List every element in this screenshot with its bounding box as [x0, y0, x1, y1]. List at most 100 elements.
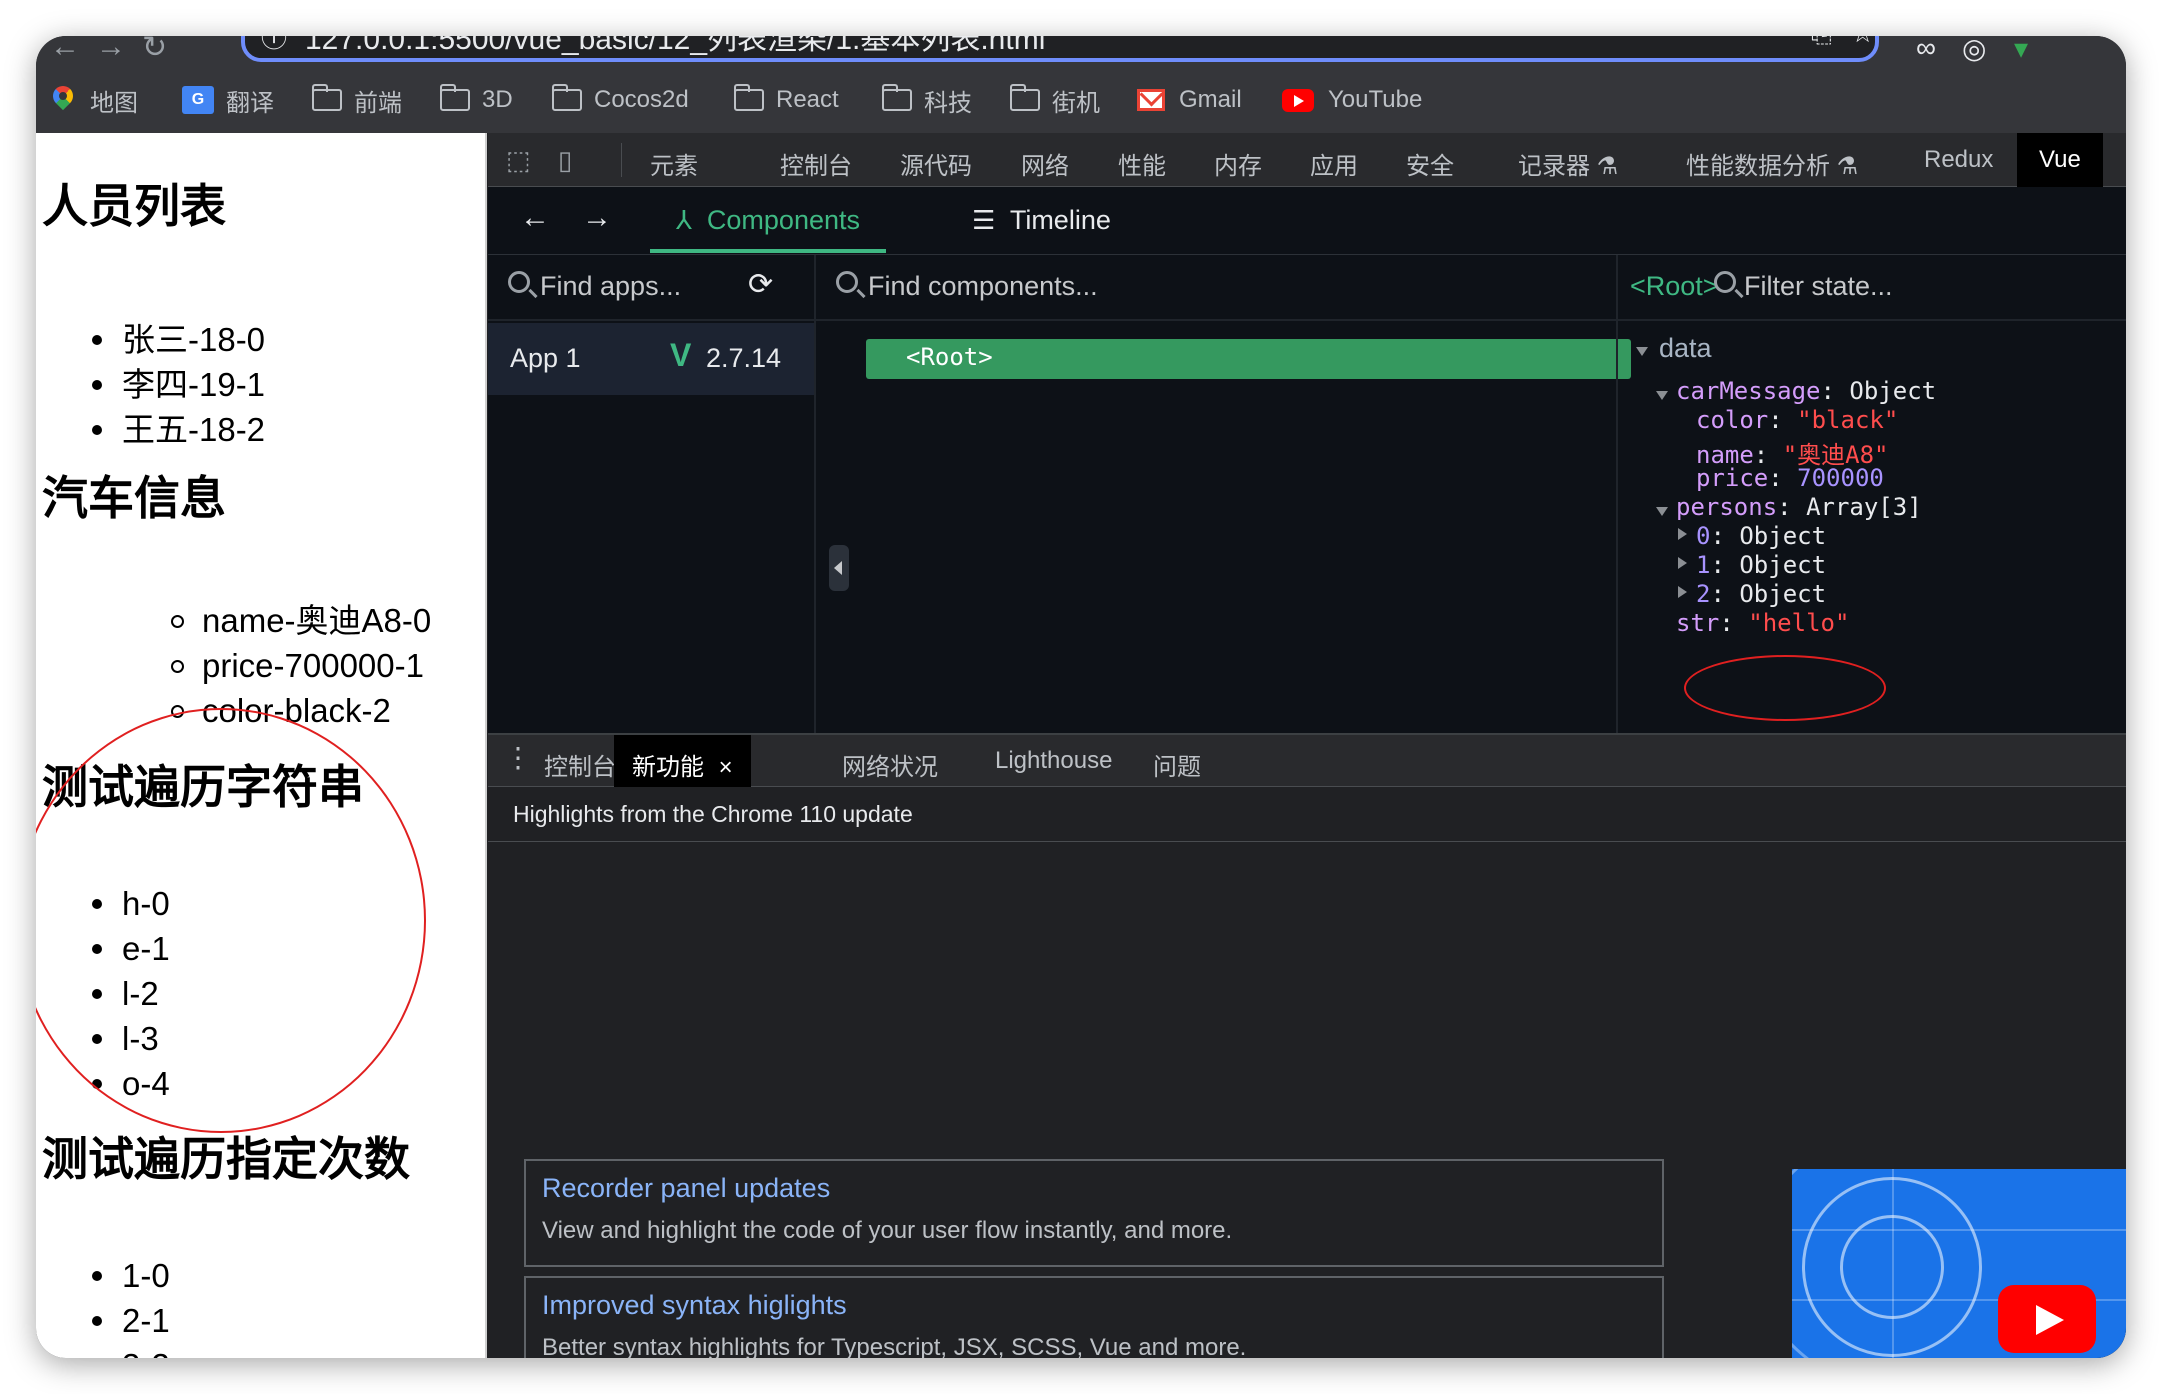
- annotation-circle: [1684, 655, 1886, 721]
- state-row-person-2[interactable]: 2: Object: [1696, 580, 1826, 608]
- timeline-icon: ☰: [972, 205, 996, 235]
- tab-console[interactable]: 控制台: [780, 146, 852, 181]
- inspect-element-icon[interactable]: ⬚: [506, 145, 536, 175]
- drawer-tab-lighthouse[interactable]: Lighthouse: [995, 747, 1112, 775]
- filter-state-search[interactable]: <Root> Filter state...: [1618, 255, 2126, 321]
- state-row-str[interactable]: str: "hello": [1676, 609, 1849, 637]
- flask-icon: ⚗: [1596, 153, 1619, 180]
- whats-new-card[interactable]: Improved syntax higlights Better syntax …: [524, 1276, 1664, 1358]
- drawer-tab-whats-new[interactable]: 新功能 ×: [614, 735, 751, 787]
- card-title[interactable]: Recorder panel updates: [542, 1173, 830, 1204]
- tab-memory[interactable]: 内存: [1214, 146, 1262, 181]
- string-list: h-0 e-1 l-2 l-3 o-4: [92, 881, 170, 1106]
- tab-vue[interactable]: Vue: [2017, 133, 2103, 187]
- vue-components-view: Find apps... ⟳ App 1 V 2.7.14 Find compo…: [488, 255, 2126, 733]
- tab-sources[interactable]: 源代码: [900, 146, 972, 181]
- list-item: name-奥迪A8-0: [170, 598, 431, 643]
- devtools-tab-bar: ⬚ ▯ 元素 控制台 源代码 网络 性能 内存 应用 安全 记录器 ⚗ 性能数据…: [488, 133, 2126, 187]
- tab-recorder[interactable]: 记录器 ⚗: [1518, 146, 1618, 181]
- search-icon: [836, 271, 858, 293]
- bookmark-react[interactable]: React: [734, 84, 839, 116]
- section-title-count: 测试遍历指定次数: [42, 1133, 410, 1185]
- tab-components[interactable]: ⅄ Components: [650, 187, 886, 253]
- forward-icon[interactable]: →: [96, 36, 126, 64]
- list-item: 1-0: [92, 1253, 170, 1298]
- bookmark-arcade[interactable]: 街机: [1010, 84, 1100, 117]
- refresh-icon[interactable]: ⟳: [748, 267, 773, 302]
- state-row-price[interactable]: price: 700000: [1696, 464, 1884, 492]
- state-section-title: data: [1659, 333, 1712, 363]
- find-components-input[interactable]: Find components...: [868, 271, 1098, 302]
- close-icon[interactable]: ×: [719, 754, 733, 781]
- back-icon[interactable]: ←: [50, 36, 80, 64]
- bookmark-star-icon[interactable]: ☆: [1851, 36, 1874, 49]
- tab-network[interactable]: 网络: [1021, 146, 1069, 181]
- state-row-person-1[interactable]: 1: Object: [1696, 551, 1826, 579]
- drawer-menu-icon[interactable]: ⋮: [504, 741, 532, 774]
- collapse-triangle-icon[interactable]: [1636, 347, 1648, 356]
- app-list-item[interactable]: App 1 V 2.7.14: [488, 323, 814, 395]
- folder-icon: [1010, 84, 1040, 111]
- collapse-pane-icon[interactable]: [829, 545, 849, 591]
- whats-new-video-thumbnail[interactable]: [1792, 1169, 2126, 1358]
- expand-triangle-icon[interactable]: [1678, 586, 1687, 598]
- drawer-tab-issues[interactable]: 问题: [1153, 747, 1201, 782]
- bookmark-translate[interactable]: G 翻译: [182, 84, 274, 117]
- find-apps-search[interactable]: Find apps... ⟳: [488, 255, 814, 321]
- tab-timeline[interactable]: ☰ Timeline: [972, 205, 1111, 236]
- reload-icon[interactable]: ↻: [142, 36, 167, 65]
- root-breadcrumb[interactable]: <Root>: [1630, 271, 1719, 302]
- filter-state-input[interactable]: Filter state...: [1744, 271, 1893, 302]
- tab-security[interactable]: 安全: [1406, 146, 1454, 181]
- expand-triangle-icon[interactable]: [1678, 557, 1687, 569]
- tab-redux[interactable]: Redux: [1924, 146, 1993, 174]
- card-title[interactable]: Improved syntax higlights: [542, 1290, 847, 1321]
- share-icon[interactable]: ⎘: [1811, 36, 1832, 50]
- bookmark-maps[interactable]: 地图: [52, 84, 138, 117]
- tab-elements[interactable]: 元素: [650, 146, 698, 181]
- device-toolbar-icon[interactable]: ▯: [558, 145, 588, 175]
- bookmark-frontend[interactable]: 前端: [312, 84, 402, 117]
- profile-icon[interactable]: ◎: [1962, 36, 1986, 65]
- address-bar[interactable]: ⓘ 127.0.0.1:5500/vue_basic/12_列表渲染/1.基本列…: [241, 36, 1879, 62]
- youtube-icon: [1282, 88, 1314, 112]
- state-row-color[interactable]: color: "black": [1696, 406, 1898, 434]
- drawer-tab-network-conditions[interactable]: 网络状况: [842, 747, 938, 782]
- folder-icon: [882, 84, 912, 111]
- bookmark-gmail[interactable]: Gmail: [1137, 84, 1242, 116]
- page-viewport: 人员列表 张三-18-0 李四-19-1 王五-18-2 汽车信息 name-奥…: [36, 133, 487, 1358]
- state-row-person-0[interactable]: 0: Object: [1696, 522, 1826, 550]
- tab-application[interactable]: 应用: [1310, 146, 1358, 181]
- folder-icon: [312, 84, 342, 111]
- vue-logo-icon: V: [670, 337, 692, 373]
- find-apps-input[interactable]: Find apps...: [540, 271, 681, 302]
- back-arrow-icon[interactable]: ←: [520, 201, 550, 235]
- list-item: l-3: [92, 1016, 170, 1061]
- vue-extension-icon[interactable]: ▾: [2014, 36, 2028, 65]
- collapse-triangle-icon[interactable]: [1656, 391, 1668, 400]
- state-row-carmessage[interactable]: carMessage: Object: [1676, 377, 1936, 405]
- extension-icon[interactable]: ∞: [1916, 36, 1936, 64]
- drawer-tab-console[interactable]: 控制台: [544, 747, 616, 782]
- tab-performance[interactable]: 性能: [1118, 146, 1166, 181]
- address-bar-row: ← → ↻ ⓘ 127.0.0.1:5500/vue_basic/12_列表渲染…: [36, 36, 2126, 66]
- bookmark-cocos2d[interactable]: Cocos2d: [552, 84, 689, 116]
- bookmark-tech[interactable]: 科技: [882, 84, 972, 117]
- person-list: 张三-18-0 李四-19-1 王五-18-2: [91, 317, 265, 452]
- bookmark-youtube[interactable]: YouTube: [1282, 84, 1422, 116]
- bookmark-3d[interactable]: 3D: [440, 84, 513, 116]
- expand-triangle-icon[interactable]: [1678, 528, 1687, 540]
- collapse-triangle-icon[interactable]: [1656, 507, 1668, 516]
- list-item: 3-2: [122, 1343, 170, 1358]
- card-description: View and highlight the code of your user…: [542, 1217, 1233, 1244]
- app-name: App 1: [510, 343, 581, 373]
- whats-new-card[interactable]: Recorder panel updates View and highligh…: [524, 1159, 1664, 1267]
- state-row-persons[interactable]: persons: Array[3]: [1676, 493, 1922, 521]
- find-components-search[interactable]: Find components...: [816, 255, 1616, 321]
- pane-divider[interactable]: [814, 255, 816, 733]
- forward-arrow-icon[interactable]: →: [582, 201, 612, 235]
- site-info-icon[interactable]: ⓘ: [261, 36, 287, 55]
- tab-performance-insights[interactable]: 性能数据分析 ⚗: [1686, 146, 1858, 181]
- component-tree-root[interactable]: <Root>: [866, 339, 1631, 379]
- youtube-play-icon[interactable]: [1998, 1285, 2096, 1353]
